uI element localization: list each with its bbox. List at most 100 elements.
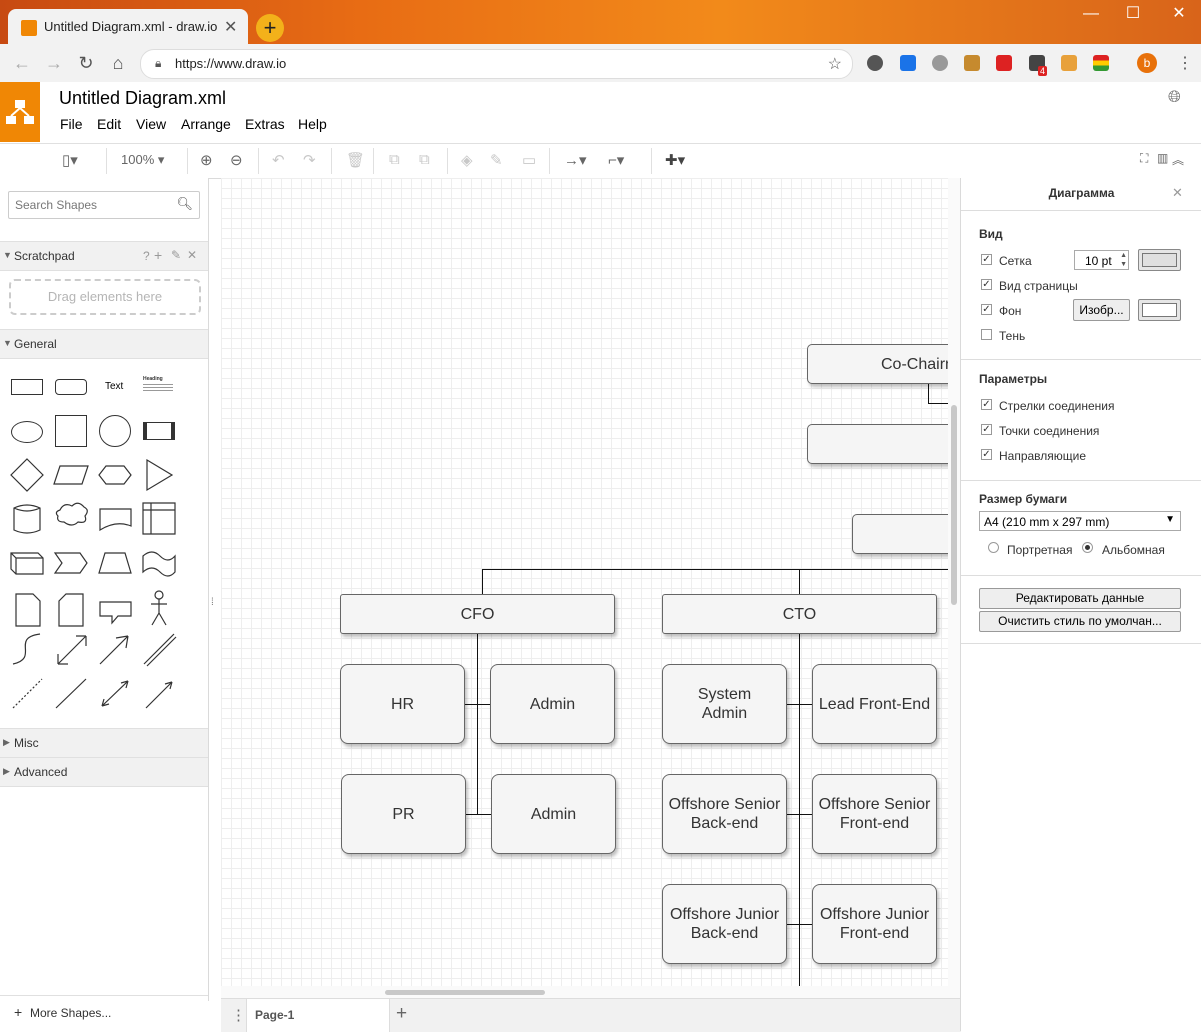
node-blank-1[interactable] (807, 424, 948, 464)
grid-checkbox[interactable]: ✓ (981, 254, 992, 265)
triangle-shape-icon[interactable] (146, 458, 174, 492)
background-checkbox[interactable]: ✓ (981, 304, 992, 315)
link-shape-icon[interactable] (143, 633, 177, 667)
directional-connector-shape-icon[interactable] (145, 681, 173, 709)
connection-style-icon[interactable]: →▾ (564, 151, 587, 169)
hexagon-shape-icon[interactable] (98, 465, 132, 485)
connection-arrows-checkbox[interactable]: ✓ (981, 399, 992, 410)
process-shape-icon[interactable] (143, 422, 175, 440)
close-panel-icon[interactable]: ✕ (1172, 185, 1183, 201)
waypoint-style-icon[interactable]: ⌐▾ (608, 151, 624, 169)
zoom-level[interactable]: 100% ▾ (121, 152, 164, 168)
connector-line[interactable] (466, 814, 491, 815)
close-window-icon[interactable]: ✕ (1157, 0, 1201, 28)
language-globe-icon[interactable]: 🌐︎ (1168, 89, 1181, 107)
connector-line[interactable] (482, 569, 483, 595)
trapezoid-shape-icon[interactable] (98, 552, 132, 574)
misc-header[interactable]: ▶ Misc (0, 728, 208, 758)
connection-points-checkbox[interactable]: ✓ (981, 424, 992, 435)
extension-globe-icon[interactable] (867, 55, 883, 71)
horizontal-scrollbar[interactable] (385, 990, 545, 995)
node-system-admin[interactable]: System Admin (662, 664, 787, 744)
menu-help[interactable]: Help (298, 116, 327, 132)
background-color-swatch[interactable] (1138, 299, 1181, 321)
menu-file[interactable]: File (60, 116, 83, 132)
extension-plus-icon[interactable] (900, 55, 916, 71)
node-lead-front-end[interactable]: Lead Front-End (812, 664, 937, 744)
document-title[interactable]: Untitled Diagram.xml (59, 88, 226, 109)
maximize-icon[interactable]: ☐ (1111, 0, 1155, 28)
bidirectional-connector-shape-icon[interactable] (101, 680, 129, 707)
scratchpad-add-icon[interactable]: + (154, 247, 162, 263)
collapse-icon[interactable]: ︽ (1172, 151, 1184, 168)
connector-line[interactable] (787, 814, 812, 815)
connector-line[interactable] (482, 569, 948, 570)
grid-color-swatch[interactable] (1138, 249, 1181, 271)
textbox-shape-icon[interactable]: Heading (143, 376, 173, 396)
parallelogram-shape-icon[interactable] (53, 465, 89, 485)
grid-size-input[interactable]: 10 pt ▲ ▼ (1074, 250, 1129, 270)
cube-shape-icon[interactable] (10, 552, 44, 575)
edit-data-button[interactable]: Редактировать данные (979, 588, 1181, 609)
more-shapes-button[interactable]: + More Shapes... (0, 995, 208, 1032)
cylinder-shape-icon[interactable] (13, 504, 41, 534)
clear-default-style-button[interactable]: Очистить стиль по умолчан... (979, 611, 1181, 632)
rectangle-shape-icon[interactable] (11, 379, 43, 395)
toggle-panels-icon[interactable]: ▥ (1157, 151, 1168, 165)
fill-color-icon[interactable]: ◈ (461, 151, 473, 169)
curve-shape-icon[interactable] (12, 633, 41, 665)
tape-shape-icon[interactable] (142, 551, 176, 577)
portrait-radio[interactable] (988, 542, 999, 553)
connector-line[interactable] (787, 924, 812, 925)
extension-flag-icon[interactable] (1093, 55, 1109, 71)
scratchpad-close-icon[interactable]: ✕ (187, 248, 197, 262)
node-blank-2[interactable] (852, 514, 948, 554)
ellipse-shape-icon[interactable] (11, 421, 43, 443)
profile-avatar[interactable]: b (1137, 53, 1157, 73)
line-color-icon[interactable]: ✎ (490, 151, 503, 169)
document-shape-icon[interactable] (99, 508, 132, 532)
arrow-shape-icon[interactable] (99, 635, 129, 665)
connector-line[interactable] (465, 704, 490, 705)
back-icon[interactable]: ← (11, 53, 33, 74)
fullscreen-icon[interactable]: ⛶ (1140, 151, 1148, 166)
zoom-in-icon[interactable]: ⊕ (200, 151, 213, 169)
text-shape-icon[interactable]: Text (105, 381, 123, 392)
node-offshore-junior-back-end[interactable]: Offshore Junior Back-end (662, 884, 787, 964)
node-cfo[interactable]: CFO (340, 594, 615, 634)
connector-line[interactable] (928, 403, 948, 404)
connector-line[interactable] (799, 569, 800, 595)
extension-circle-icon[interactable] (932, 55, 948, 71)
node-cto[interactable]: CTO (662, 594, 937, 634)
shadow-checkbox[interactable] (981, 329, 992, 340)
cloud-shape-icon[interactable] (55, 502, 88, 526)
connector-line[interactable] (799, 634, 800, 986)
scratchpad-help-icon[interactable]: ? (143, 249, 150, 263)
reload-icon[interactable]: ↻ (75, 53, 97, 74)
scratchpad-edit-icon[interactable]: ✎ (171, 248, 181, 262)
omnibox[interactable]: 🔒︎ https://www.draw.io ☆ (140, 49, 853, 79)
to-back-icon[interactable]: ⧉ (419, 151, 430, 168)
delete-icon[interactable]: 🗑︎ (346, 151, 365, 169)
menu-view[interactable]: View (136, 116, 166, 132)
node-offshore-senior-front-end[interactable]: Offshore Senior Front-end (812, 774, 937, 854)
connector-line[interactable] (928, 384, 929, 404)
node-admin-1[interactable]: Admin (490, 664, 615, 744)
sidebar-resize-handle[interactable]: ⁞ (211, 597, 214, 608)
bidirectional-arrow-shape-icon[interactable] (57, 635, 87, 665)
callout-shape-icon[interactable] (99, 601, 132, 625)
to-front-icon[interactable]: ⧉ (389, 151, 400, 168)
shadow-icon[interactable]: ▭ (522, 151, 536, 169)
redo-icon[interactable]: ↷ (303, 151, 316, 169)
home-icon[interactable]: ⌂ (107, 53, 129, 74)
actor-shape-icon[interactable] (151, 599, 167, 626)
general-header[interactable]: ▼ General (0, 329, 208, 359)
scratchpad-dropzone[interactable]: Drag elements here (9, 279, 201, 315)
line-shape-icon[interactable] (55, 678, 87, 709)
advanced-header[interactable]: ▶ Advanced (0, 757, 208, 787)
circle-shape-icon[interactable] (99, 415, 131, 447)
add-page-icon[interactable]: + (396, 1003, 407, 1025)
extension-cat-icon[interactable] (1061, 55, 1077, 71)
minimize-icon[interactable]: — (1069, 0, 1113, 28)
undo-icon[interactable]: ↶ (272, 151, 285, 169)
